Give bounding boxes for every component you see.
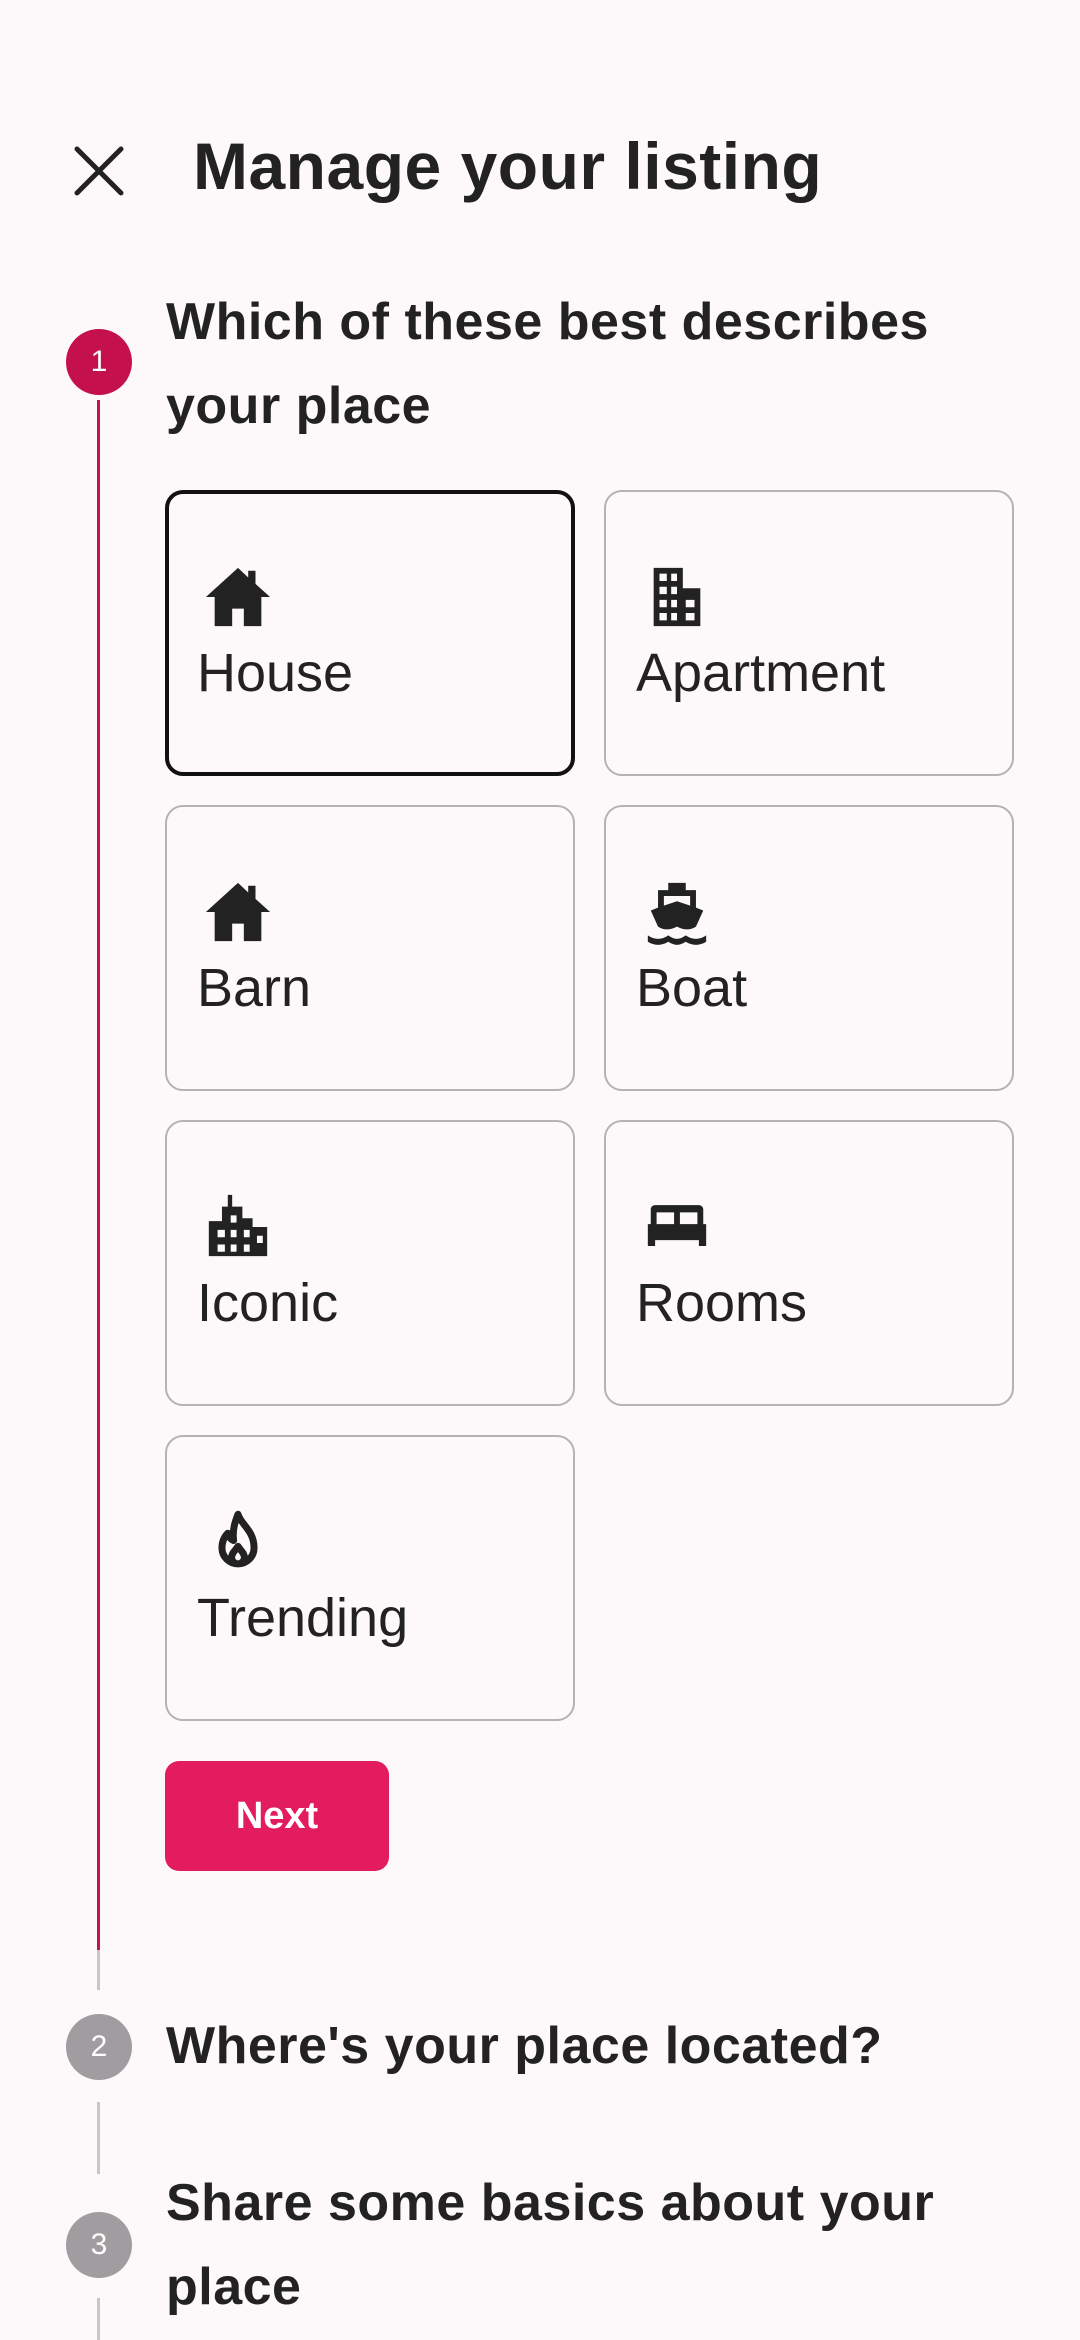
card-label: Trending xyxy=(197,1588,409,1648)
close-button[interactable] xyxy=(60,134,138,212)
status-bar xyxy=(0,0,1080,90)
property-type-boat-card[interactable]: Boat xyxy=(604,805,1014,1091)
close-icon xyxy=(71,143,127,204)
card-label: Rooms xyxy=(636,1273,808,1333)
boat-icon xyxy=(642,877,712,947)
property-type-apartment-card[interactable]: Apartment xyxy=(604,490,1014,776)
card-label: Boat xyxy=(636,958,748,1018)
step-2-indicator: 2 xyxy=(66,2014,132,2080)
property-type-house-card[interactable]: House xyxy=(165,490,575,776)
step-number: 1 xyxy=(90,345,108,378)
step-number: 3 xyxy=(90,2228,108,2261)
step-connector-line xyxy=(97,2102,100,2174)
step-title-line: your place xyxy=(166,377,432,435)
step-number: 2 xyxy=(90,2030,108,2063)
property-type-trending-card[interactable]: Trending xyxy=(165,1435,575,1721)
flame-icon xyxy=(203,1507,273,1577)
card-label: Barn xyxy=(197,958,312,1018)
manage-listing-screen: Manage your listing 1 Which of these bes… xyxy=(0,0,1080,2340)
apartment-building-icon xyxy=(642,562,712,632)
step-title-line: place xyxy=(166,2258,302,2316)
property-type-barn-card[interactable]: Barn xyxy=(165,805,575,1091)
house-icon xyxy=(203,562,273,632)
step-3-title[interactable]: Share some basics about your place xyxy=(166,2161,934,2329)
step-3-indicator: 3 xyxy=(66,2212,132,2278)
page-title: Manage your listing xyxy=(193,129,823,203)
step-title-line: Share some basics about your xyxy=(166,2174,935,2232)
property-type-rooms-card[interactable]: Rooms xyxy=(604,1120,1014,1406)
step-connector-line xyxy=(97,2298,100,2340)
bed-icon xyxy=(642,1192,712,1262)
card-label: House xyxy=(197,643,354,703)
step-title-line: Which of these best describes xyxy=(166,293,929,351)
step-1-progress-line xyxy=(97,400,100,1950)
card-label: Apartment xyxy=(636,643,886,703)
step-1-indicator: 1 xyxy=(66,329,132,395)
step-1-title: Which of these best describes your place xyxy=(166,280,929,448)
card-label: Iconic xyxy=(197,1273,339,1333)
barn-icon xyxy=(203,877,273,947)
step-title-line: Where's your place located? xyxy=(166,2017,883,2075)
step-connector-line xyxy=(97,1950,100,1990)
next-button[interactable]: Next xyxy=(165,1761,389,1871)
step-2-title[interactable]: Where's your place located? xyxy=(166,2004,883,2088)
iconic-city-icon xyxy=(203,1192,273,1262)
property-type-iconic-card[interactable]: Iconic xyxy=(165,1120,575,1406)
